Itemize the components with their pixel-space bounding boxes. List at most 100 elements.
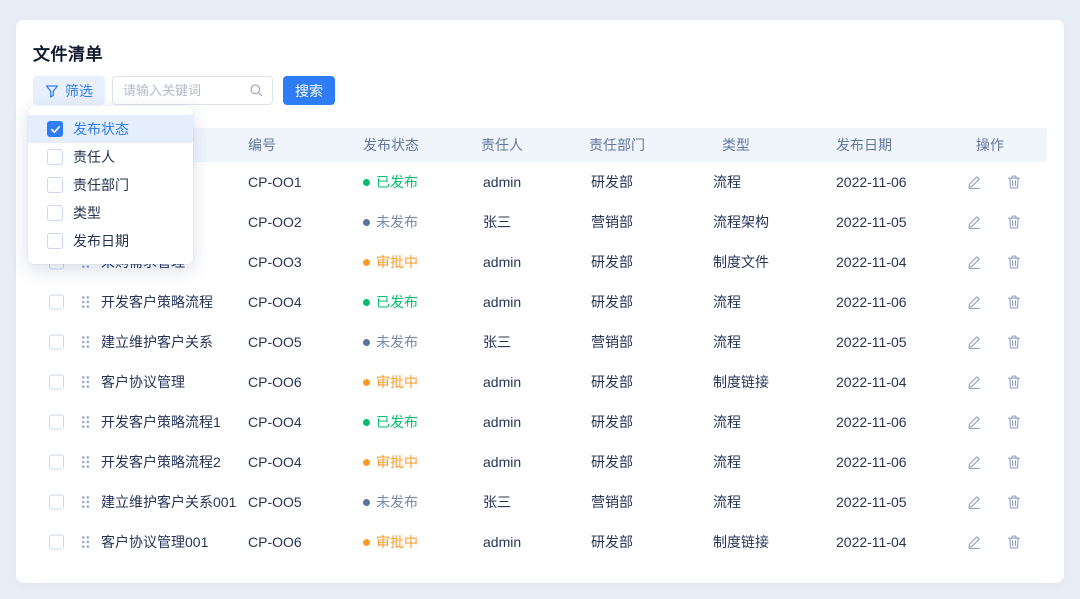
department: 营销部 [591, 332, 633, 352]
delete-button[interactable] [1006, 414, 1022, 430]
publish-date: 2022-11-04 [836, 254, 907, 270]
search-input[interactable] [113, 83, 249, 98]
owner: admin [483, 454, 521, 470]
checkbox[interactable] [47, 233, 63, 249]
filter-button[interactable]: 筛选 [33, 76, 105, 105]
doc-type: 流程 [713, 292, 741, 312]
row-checkbox[interactable] [49, 495, 64, 510]
doc-code: CP-OO4 [248, 414, 302, 430]
doc-type: 制度文件 [713, 252, 769, 272]
edit-button[interactable] [966, 294, 982, 310]
filter-option-publish-status[interactable]: 发布状态 [28, 115, 193, 143]
edit-button[interactable] [966, 374, 982, 390]
status-dot [363, 259, 370, 266]
search-icon [249, 83, 264, 98]
drag-handle-icon[interactable] [81, 415, 90, 429]
doc-name: 客户协议管理001 [101, 532, 208, 552]
edit-button[interactable] [966, 414, 982, 430]
publish-date: 2022-11-06 [836, 414, 907, 430]
pencil-icon [966, 294, 982, 310]
row-checkbox[interactable] [49, 415, 64, 430]
filter-option-department[interactable]: 责任部门 [28, 171, 193, 199]
status-dot [363, 339, 370, 346]
row-checkbox[interactable] [49, 375, 64, 390]
drag-handle-icon[interactable] [81, 535, 90, 549]
pencil-icon [966, 334, 982, 350]
table-row: 客户协议管理 CP-OO6 审批中 admin 研发部 制度链接 2022-11… [33, 362, 1047, 402]
department: 研发部 [591, 452, 633, 472]
edit-button[interactable] [966, 214, 982, 230]
table-row: 建立维护客户关系 CP-OO5 未发布 张三 营销部 流程 2022-11-05 [33, 322, 1047, 362]
filter-dropdown: 发布状态 责任人 责任部门 类型 发布日期 [28, 106, 193, 264]
doc-code: CP-OO6 [248, 374, 302, 390]
status-badge: 审批中 [363, 532, 418, 552]
status-dot [363, 379, 370, 386]
filter-option-label: 发布日期 [73, 231, 129, 251]
delete-button[interactable] [1006, 254, 1022, 270]
pencil-icon [966, 494, 982, 510]
delete-button[interactable] [1006, 334, 1022, 350]
publish-date: 2022-11-05 [836, 334, 907, 350]
delete-button[interactable] [1006, 454, 1022, 470]
edit-button[interactable] [966, 254, 982, 270]
edit-button[interactable] [966, 174, 982, 190]
status-badge: 审批中 [363, 452, 418, 472]
col-header-date: 发布日期 [836, 128, 892, 162]
table-row: 开发客户策略流程 CP-OO4 已发布 admin 研发部 流程 2022-11… [33, 282, 1047, 322]
row-checkbox[interactable] [49, 535, 64, 550]
checkbox[interactable] [47, 205, 63, 221]
status-badge: 已发布 [363, 172, 418, 192]
checkbox[interactable] [47, 149, 63, 165]
delete-button[interactable] [1006, 174, 1022, 190]
doc-name: 开发客户策略流程1 [101, 412, 221, 432]
delete-button[interactable] [1006, 294, 1022, 310]
drag-handle-icon[interactable] [81, 455, 90, 469]
status-dot [363, 499, 370, 506]
edit-button[interactable] [966, 494, 982, 510]
checkbox[interactable] [47, 121, 63, 137]
pencil-icon [966, 534, 982, 550]
table-row: 建立维护客户关系001 CP-OO5 未发布 张三 营销部 流程 2022-11… [33, 482, 1047, 522]
filter-option-publish-date[interactable]: 发布日期 [28, 227, 193, 255]
publish-date: 2022-11-06 [836, 174, 907, 190]
delete-button[interactable] [1006, 534, 1022, 550]
owner: admin [483, 414, 521, 430]
row-checkbox[interactable] [49, 335, 64, 350]
funnel-icon [45, 84, 59, 98]
filter-option-label: 责任人 [73, 147, 115, 167]
table-row: 开发客户策略流程2 CP-OO4 审批中 admin 研发部 流程 2022-1… [33, 442, 1047, 482]
doc-code: CP-OO6 [248, 534, 302, 550]
filter-option-owner[interactable]: 责任人 [28, 143, 193, 171]
department: 研发部 [591, 252, 633, 272]
doc-type: 流程 [713, 412, 741, 432]
delete-button[interactable] [1006, 494, 1022, 510]
delete-button[interactable] [1006, 214, 1022, 230]
filter-option-label: 类型 [73, 203, 101, 223]
pencil-icon [966, 174, 982, 190]
publish-date: 2022-11-06 [836, 294, 907, 310]
owner: admin [483, 254, 521, 270]
trash-icon [1006, 494, 1022, 510]
delete-button[interactable] [1006, 374, 1022, 390]
drag-handle-icon[interactable] [81, 495, 90, 509]
row-checkbox[interactable] [49, 295, 64, 310]
row-checkbox[interactable] [49, 455, 64, 470]
search-box [112, 76, 273, 105]
drag-handle-icon[interactable] [81, 375, 90, 389]
table-row: 客户协议管理001 CP-OO6 审批中 admin 研发部 制度链接 2022… [33, 522, 1047, 562]
department: 研发部 [591, 172, 633, 192]
search-button[interactable]: 搜索 [283, 76, 335, 105]
trash-icon [1006, 254, 1022, 270]
owner: admin [483, 534, 521, 550]
edit-button[interactable] [966, 334, 982, 350]
status-label: 未发布 [376, 492, 418, 512]
drag-handle-icon[interactable] [81, 295, 90, 309]
edit-button[interactable] [966, 534, 982, 550]
filter-button-label: 筛选 [65, 81, 93, 101]
edit-button[interactable] [966, 454, 982, 470]
pencil-icon [966, 254, 982, 270]
checkbox[interactable] [47, 177, 63, 193]
drag-handle-icon[interactable] [81, 335, 90, 349]
filter-option-type[interactable]: 类型 [28, 199, 193, 227]
department: 营销部 [591, 492, 633, 512]
